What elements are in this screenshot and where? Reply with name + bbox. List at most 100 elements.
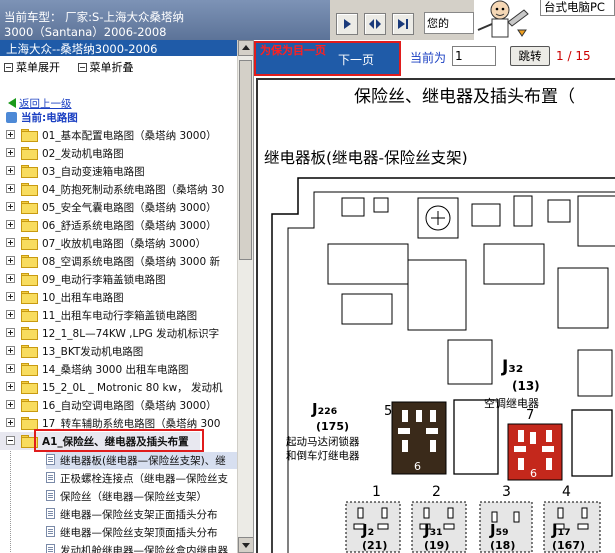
folder-icon (21, 201, 38, 214)
expand-toggle-icon[interactable] (6, 346, 15, 355)
expand-toggle-icon[interactable] (6, 220, 15, 229)
menu-controls: 菜单展开 菜单折叠 (0, 56, 237, 76)
tree-item[interactable]: 17_转车辅助系统电路图（桑塔纳 300 (0, 414, 237, 432)
collapse-icon (77, 63, 87, 72)
tree-item[interactable]: 12_1_8L—74KW ,LPG 发动机标识字 (0, 324, 237, 342)
document-icon (46, 454, 55, 465)
tree-item[interactable]: 01_基本配置电路图（桑塔纳 3000） (0, 126, 237, 144)
tree-item[interactable]: 07_收放机电路图（桑塔纳 3000） (0, 234, 237, 252)
left-navigation-panel: 上海大众--桑塔纳3000-2006 菜单展开 菜单折叠 返回上一级 当前:电路… (0, 40, 237, 553)
tree-item-selected[interactable]: A1_保险丝、继电器及插头布置 (0, 432, 200, 450)
skip-icon (398, 19, 408, 29)
folder-icon (21, 327, 38, 340)
sub-item[interactable]: 继电器—保险丝支架正面插头分布 (46, 506, 237, 523)
collapse-toggle-icon[interactable] (6, 436, 15, 445)
expand-toggle-icon[interactable] (6, 382, 15, 391)
expand-toggle-icon[interactable] (6, 400, 15, 409)
sub-item[interactable]: 发动机舱继电器—保险丝盒内继电器 (46, 542, 237, 553)
menu-collapse-button[interactable]: 菜单折叠 (77, 59, 134, 75)
folder-icon (21, 183, 38, 196)
back-arrow-icon (8, 98, 16, 108)
jump-button[interactable]: 跳转 (510, 46, 550, 66)
document-subtitle: 继电器板(继电器-保险丝支架) (264, 149, 468, 167)
scroll-thumb[interactable] (239, 60, 252, 260)
socket-6b-label: 6 (530, 467, 537, 480)
socket-5-label: 5 (384, 404, 392, 419)
current-page-label: 当前为 (410, 51, 447, 65)
j226-number: (175) (316, 420, 349, 433)
expand-toggle-icon[interactable] (6, 364, 15, 373)
folder-icon (21, 147, 38, 160)
tree-item[interactable]: 14_桑塔纳 3000 出租车电路图 (0, 360, 237, 378)
left-panel-scrollbar[interactable] (237, 40, 254, 553)
toc-area: 为保为目一页 下一页 (256, 43, 399, 74)
expand-toggle-icon[interactable] (6, 130, 15, 139)
tree-item[interactable]: 11_出租车电动行李箱盖锁电路图 (0, 306, 237, 324)
first-page-link[interactable]: 为保为目一页 (260, 44, 330, 57)
page-number-input[interactable] (452, 46, 496, 66)
next-page-link[interactable]: 下一页 (338, 51, 374, 68)
socket-4-label: 4 (562, 484, 571, 500)
folder-open-icon (21, 435, 38, 448)
scroll-up-button[interactable] (238, 40, 254, 56)
folder-icon (21, 399, 38, 412)
expand-toggle-icon[interactable] (6, 274, 15, 283)
tree-item[interactable]: 09_电动行李箱盖锁电路图 (0, 270, 237, 288)
sub-item[interactable]: 保险丝（继电器—保险丝支架） (46, 488, 237, 505)
document-title: 保险丝、继电器及插头布置（ (354, 87, 575, 107)
split-icon (369, 19, 381, 29)
menu-expand-button[interactable]: 菜单展开 (4, 59, 60, 75)
document-icon (46, 526, 55, 537)
page-count: 1 / 15 (556, 49, 591, 63)
tree-item[interactable]: 06_舒适系统电路图（桑塔纳 3000） (0, 216, 237, 234)
expand-toggle-icon[interactable] (6, 310, 15, 319)
tree-item[interactable]: 05_安全气囊电路图（桑塔纳 3000） (0, 198, 237, 216)
expand-toggle-icon[interactable] (6, 202, 15, 211)
tree-item[interactable]: 08_空调系统电路图（桑塔纳 3000 新 (0, 252, 237, 270)
ad-banner[interactable]: 台式电脑PC (532, 0, 615, 40)
expand-toggle-icon[interactable] (6, 418, 15, 427)
expand-toggle-icon[interactable] (6, 256, 15, 265)
tree-item[interactable]: 02_发动机电路图 (0, 144, 237, 162)
current-location: 当前:电路图 (6, 110, 78, 125)
socket-6a-label: 6 (414, 460, 421, 473)
tree-item[interactable]: 16_自动空调电路图（桑塔纳 3000） (0, 396, 237, 414)
expand-toggle-icon[interactable] (6, 328, 15, 337)
tree-item[interactable]: 10_出租车电路图 (0, 288, 237, 306)
sub-item[interactable]: 继电器—保险丝支架顶面插头分布 (46, 524, 237, 541)
back-link[interactable]: 返回上一级 (8, 96, 72, 111)
sidebar-title: 上海大众--桑塔纳3000-2006 (0, 40, 237, 56)
tree-item[interactable]: 15_2_0L _ Motronic 80 kw， 发动机 (0, 378, 237, 396)
expand-toggle-icon[interactable] (6, 292, 15, 301)
tree-item[interactable]: 03_自动变速箱电路图 (0, 162, 237, 180)
scroll-down-button[interactable] (238, 537, 254, 553)
folder-icon (21, 255, 38, 268)
page-toolbar: 为保为目一页 下一页 当前为 跳转 1 / 15 (254, 40, 615, 76)
expand-toggle-icon[interactable] (6, 148, 15, 157)
folder-icon (21, 345, 38, 358)
tree-item[interactable]: 04_防抱死制动系统电路图（桑塔纳 30 (0, 180, 237, 198)
relay-board-diagram: J₃₂ (13) 空调继电器 J₂₂₆ (175) 起动马达闭锁器 和倒车灯继电… (271, 177, 615, 553)
ad-text: 台式电脑PC (540, 0, 615, 16)
folder-icon (21, 129, 38, 142)
nav-last-button[interactable] (392, 13, 414, 35)
nav-next-button[interactable] (336, 13, 358, 35)
expand-toggle-icon[interactable] (6, 184, 15, 193)
nav-split-button[interactable] (364, 13, 386, 35)
expand-toggle-icon[interactable] (6, 166, 15, 175)
tree-item[interactable]: 13_BKT发动机电路图 (0, 342, 237, 360)
expand-toggle-icon[interactable] (6, 238, 15, 247)
book-icon (6, 112, 17, 123)
document-icon (46, 544, 55, 553)
j226-desc-line1: 起动马达闭锁器 (286, 435, 360, 448)
sub-item[interactable]: 正极螺栓连接点（继电器—保险丝支 (46, 470, 237, 487)
play-icon (344, 19, 351, 29)
j226-desc-line2: 和倒车灯继电器 (286, 449, 360, 462)
sub-item-active[interactable]: 继电器板(继电器—保险丝支架)、继 (46, 452, 237, 469)
socket-7-label: 7 (526, 408, 534, 423)
cartoon-mascot-image (474, 0, 536, 40)
document-viewer: 为保为目一页 下一页 当前为 跳转 1 / 15 保险丝、继电器及插头布置（ 继… (253, 40, 615, 553)
vehicle-line-2: 3000（Santana）2006-2008 (4, 25, 167, 39)
folder-icon (21, 309, 38, 322)
folder-icon (21, 363, 38, 376)
